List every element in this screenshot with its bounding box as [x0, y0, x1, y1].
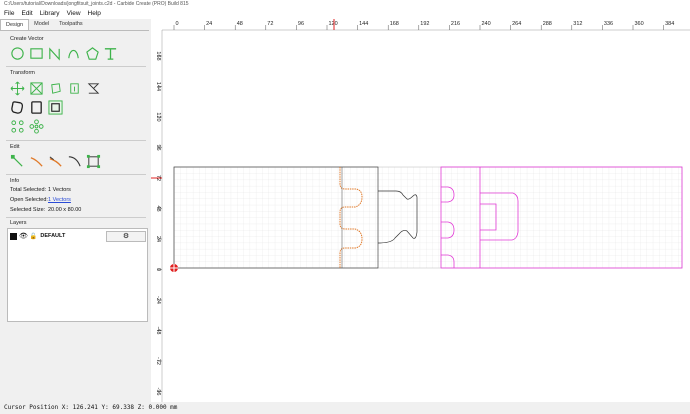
panel-tabs: Design Model Toolpaths: [0, 19, 149, 31]
v-ruler-label: -48: [155, 327, 161, 335]
rectangle-tool-icon[interactable]: [29, 46, 44, 61]
tab-design[interactable]: Design: [0, 19, 30, 30]
info-total-selected: Total Selected: 1 Vectors: [10, 187, 71, 193]
layer-name: DEFAULT: [40, 233, 66, 239]
v-ruler-label: 120: [155, 112, 161, 121]
boolean-subtract-icon[interactable]: [48, 100, 63, 115]
boolean-union-icon[interactable]: [29, 100, 44, 115]
info-selected-size-value: 20.00 x 80.00: [48, 207, 82, 213]
h-ruler-label: 192: [420, 21, 429, 27]
layer-row[interactable]: 👁 🔓 DEFAULT ⚙: [10, 231, 146, 242]
info-selected-size: Selected Size: 20.00 x 80.00: [10, 207, 81, 213]
join-icon[interactable]: [48, 154, 63, 169]
gear-icon: ⚙: [122, 233, 130, 240]
section-edit: Edit: [10, 144, 20, 150]
polygon-tool-icon[interactable]: [85, 46, 100, 61]
rotate-icon[interactable]: [48, 81, 63, 96]
h-ruler-label: 312: [573, 21, 582, 27]
info-open-selected-label: Open Selected:: [10, 197, 48, 203]
info-selected-size-label: Selected Size:: [10, 207, 46, 213]
h-ruler-label: 216: [451, 21, 460, 27]
h-ruler-label: 288: [543, 21, 552, 27]
mirror-icon[interactable]: [86, 81, 101, 96]
v-ruler-label: -72: [155, 357, 161, 365]
section-transform: Transform: [10, 70, 35, 76]
menu-library[interactable]: Library: [40, 9, 60, 19]
layer-color-swatch[interactable]: [10, 232, 17, 240]
section-info: Info: [10, 178, 20, 184]
h-ruler-label: 72: [267, 21, 273, 27]
open-selected-link[interactable]: 1 Vectors: [48, 197, 71, 203]
h-ruler-label: 336: [604, 21, 613, 27]
tab-toolpaths[interactable]: Toolpaths: [54, 19, 88, 30]
h-ruler-label: 144: [359, 21, 368, 27]
h-ruler-label: 240: [482, 21, 491, 27]
v-ruler-label: 0: [155, 268, 161, 271]
v-ruler-label: 48: [155, 205, 161, 211]
offset-icon[interactable]: [10, 100, 25, 115]
origin-marker: [170, 264, 178, 272]
status-bar: Cursor Position X: 126.241 Y: 69.338 Z: …: [0, 402, 690, 414]
v-ruler-label: 144: [155, 82, 161, 91]
v-ruler-label: -24: [155, 296, 161, 304]
info-total-selected-value: 1 Vectors: [48, 187, 71, 193]
menu-file[interactable]: File: [4, 9, 14, 19]
h-ruler-label: 24: [206, 21, 212, 27]
menu-help[interactable]: Help: [88, 9, 101, 19]
v-ruler-label: -96: [155, 388, 161, 396]
divider: [6, 174, 146, 175]
layers-list: 👁 🔓 DEFAULT ⚙: [7, 228, 148, 322]
align-icon[interactable]: [67, 81, 82, 96]
curve-tool-icon[interactable]: [66, 46, 81, 61]
h-ruler-label: 360: [635, 21, 644, 27]
h-ruler-label: 0: [176, 21, 179, 27]
eye-icon[interactable]: 👁: [19, 232, 28, 240]
node-edit-icon[interactable]: [10, 154, 25, 169]
scale-icon[interactable]: [29, 81, 44, 96]
divider: [6, 140, 146, 141]
h-ruler-label: 168: [390, 21, 399, 27]
info-total-selected-label: Total Selected:: [10, 187, 47, 193]
v-ruler-label: 96: [155, 144, 161, 150]
pattern-grid-icon[interactable]: [10, 119, 25, 134]
window-title: C:/Users/tutorial/Downloads/jongfitsuit_…: [0, 0, 690, 9]
h-ruler-label: 48: [237, 21, 243, 27]
bounding-box-icon[interactable]: [86, 154, 101, 169]
canvas-svg[interactable]: 0 24 48 72 96 120 144 168 192 216 240 264 288 312 336 3…: [151, 19, 690, 402]
h-ruler-label: 96: [298, 21, 304, 27]
stock-grid: [173, 166, 683, 269]
left-panel: Design Model Toolpaths Create Vector Tra…: [0, 19, 149, 402]
trim-icon[interactable]: [29, 154, 44, 169]
section-layers: Layers: [10, 220, 27, 226]
move-icon[interactable]: [10, 81, 25, 96]
tab-model[interactable]: Model: [29, 19, 54, 30]
menu-view[interactable]: View: [67, 9, 81, 19]
menu-edit[interactable]: Edit: [21, 9, 32, 19]
info-open-selected: Open Selected: 1 Vectors: [10, 197, 71, 203]
polyline-tool-icon[interactable]: [47, 46, 62, 61]
text-tool-icon[interactable]: [103, 46, 118, 61]
lock-icon[interactable]: 🔓: [30, 233, 37, 240]
circle-tool-icon[interactable]: [10, 46, 25, 61]
v-ruler-label: 168: [155, 51, 161, 60]
v-ruler-label: 24: [155, 236, 161, 242]
menu-bar: File Edit Library View Help: [0, 9, 690, 19]
layer-settings-button[interactable]: ⚙: [106, 231, 146, 242]
section-create-vector: Create Vector: [10, 36, 44, 42]
h-ruler-label: 120: [329, 21, 338, 27]
h-ruler-label: 384: [665, 21, 674, 27]
h-ruler-label: 264: [512, 21, 521, 27]
divider: [6, 66, 146, 67]
pattern-circular-icon[interactable]: [29, 119, 44, 134]
fillet-icon[interactable]: [67, 154, 82, 169]
divider: [6, 217, 146, 218]
design-canvas[interactable]: 0 24 48 72 96 120 144 168 192 216 240 264 288 312 336 3…: [151, 19, 690, 402]
